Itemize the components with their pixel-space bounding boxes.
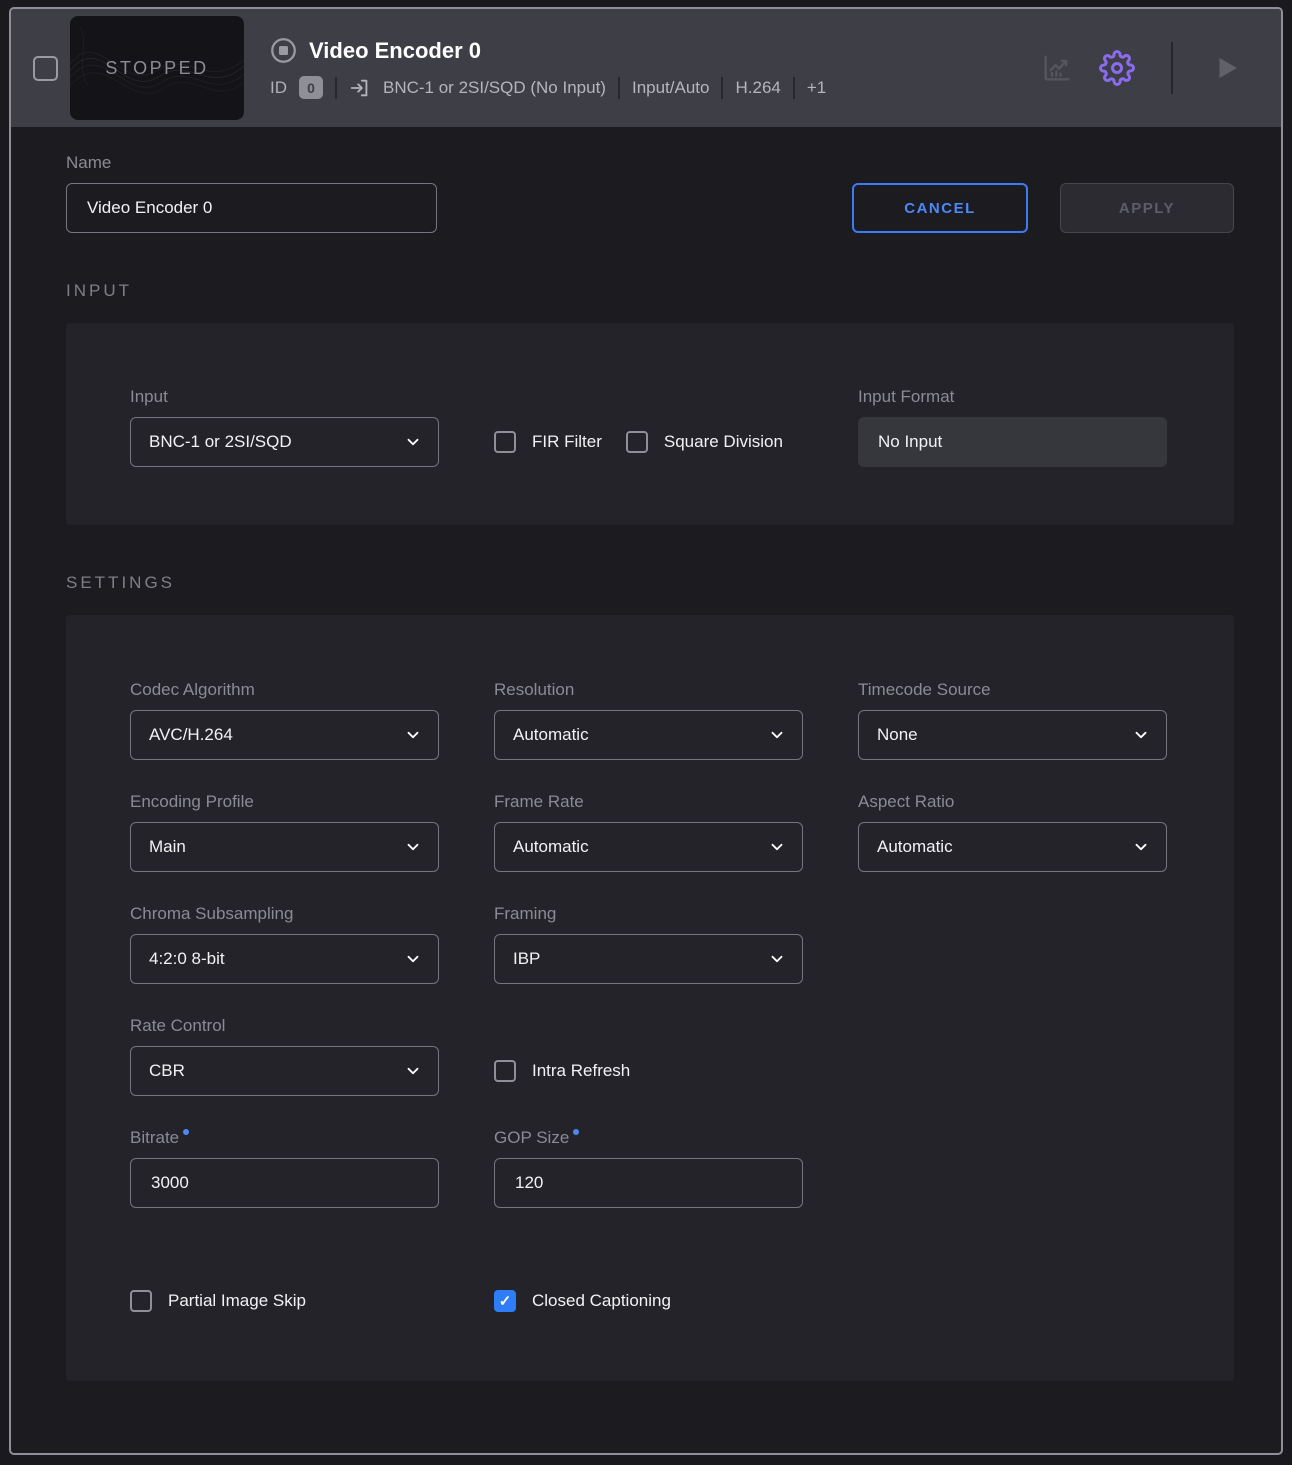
settings-panel: Codec Algorithm AVC/H.264 Resolution Aut… [66, 615, 1234, 1381]
id-badge: 0 [299, 76, 323, 99]
chevron-down-icon [768, 726, 786, 744]
divider [335, 77, 337, 99]
divider [793, 77, 795, 99]
closed-captioning-label: Closed Captioning [532, 1291, 671, 1311]
resolution-label: Resolution [494, 680, 803, 700]
required-dot [183, 1129, 189, 1135]
encoder-detail-card: STOPPED Video Encoder 0 ID 0 BNC-1 or 2S… [9, 7, 1283, 1455]
square-division-checkbox[interactable]: ✓ Square Division [626, 431, 783, 453]
codec-algorithm-label: Codec Algorithm [130, 680, 439, 700]
chevron-down-icon [404, 726, 422, 744]
divider [721, 77, 723, 99]
row-select-checkbox[interactable] [33, 56, 58, 81]
header-info: Video Encoder 0 ID 0 BNC-1 or 2SI/SQD (N… [270, 37, 1039, 99]
input-label: Input [130, 387, 439, 407]
checkbox-box: ✓ [130, 1290, 152, 1312]
checkbox-box: ✓ [626, 431, 648, 453]
required-dot [573, 1129, 579, 1135]
rate-control-label: Rate Control [130, 1016, 439, 1036]
encoding-profile-label: Encoding Profile [130, 792, 439, 812]
timecode-source-select[interactable]: None [858, 710, 1167, 760]
gear-icon[interactable] [1099, 50, 1135, 86]
breadcrumb-more[interactable]: +1 [807, 78, 826, 98]
codec-algorithm-select[interactable]: AVC/H.264 [130, 710, 439, 760]
chroma-subsampling-label: Chroma Subsampling [130, 904, 439, 924]
play-icon[interactable] [1209, 50, 1245, 86]
intra-refresh-label: Intra Refresh [532, 1061, 630, 1081]
bitrate-input[interactable] [130, 1158, 439, 1208]
aspect-ratio-label: Aspect Ratio [858, 792, 1167, 812]
input-source-icon [349, 77, 371, 99]
frame-rate-label: Frame Rate [494, 792, 803, 812]
chevron-down-icon [1132, 726, 1150, 744]
chevron-down-icon [404, 838, 422, 856]
id-label: ID [270, 78, 287, 98]
partial-image-skip-label: Partial Image Skip [168, 1291, 306, 1311]
input-format-label: Input Format [858, 387, 1167, 407]
aspect-ratio-select[interactable]: Automatic [858, 822, 1167, 872]
fir-filter-label: FIR Filter [532, 432, 602, 452]
page-title: Video Encoder 0 [309, 38, 481, 64]
input-section-heading: INPUT [66, 281, 1234, 301]
input-select[interactable]: BNC-1 or 2SI/SQD [130, 417, 439, 467]
chroma-subsampling-select[interactable]: 4:2:0 8-bit [130, 934, 439, 984]
intra-refresh-checkbox[interactable]: ✓ Intra Refresh [494, 1060, 630, 1082]
checkbox-box: ✓ [494, 1060, 516, 1082]
resolution-select[interactable]: Automatic [494, 710, 803, 760]
divider [1171, 42, 1173, 94]
chevron-down-icon [404, 950, 422, 968]
bitrate-label: Bitrate [130, 1128, 439, 1148]
encoder-header: STOPPED Video Encoder 0 ID 0 BNC-1 or 2S… [11, 9, 1281, 127]
stop-status-icon [270, 37, 297, 64]
chevron-down-icon [404, 1062, 422, 1080]
settings-section-heading: SETTINGS [66, 573, 1234, 593]
chevron-down-icon [768, 950, 786, 968]
input-format-value: No Input [858, 417, 1167, 467]
preview-thumbnail: STOPPED [70, 16, 244, 120]
name-input[interactable] [66, 183, 437, 233]
checkbox-box: ✓ [494, 1290, 516, 1312]
frame-rate-select[interactable]: Automatic [494, 822, 803, 872]
chevron-down-icon [768, 838, 786, 856]
breadcrumb-input: BNC-1 or 2SI/SQD (No Input) [383, 78, 606, 98]
stats-chart-icon[interactable] [1039, 50, 1075, 86]
square-division-label: Square Division [664, 432, 783, 452]
breadcrumb-codec: H.264 [735, 78, 780, 98]
gop-size-label: GOP Size [494, 1128, 803, 1148]
breadcrumb-mode: Input/Auto [632, 78, 710, 98]
timecode-source-label: Timecode Source [858, 680, 1167, 700]
framing-label: Framing [494, 904, 803, 924]
framing-select[interactable]: IBP [494, 934, 803, 984]
partial-image-skip-checkbox[interactable]: ✓ Partial Image Skip [130, 1290, 306, 1312]
status-badge: STOPPED [105, 58, 208, 79]
input-panel: Input BNC-1 or 2SI/SQD ✓ FIR Filter ✓ Sq… [66, 323, 1234, 525]
cancel-button[interactable]: CANCEL [852, 183, 1028, 233]
closed-captioning-checkbox[interactable]: ✓ Closed Captioning [494, 1290, 671, 1312]
divider [618, 77, 620, 99]
encoding-profile-select[interactable]: Main [130, 822, 439, 872]
chevron-down-icon [1132, 838, 1150, 856]
apply-button[interactable]: APPLY [1060, 183, 1234, 233]
fir-filter-checkbox[interactable]: ✓ FIR Filter [494, 431, 602, 453]
rate-control-select[interactable]: CBR [130, 1046, 439, 1096]
chevron-down-icon [404, 433, 422, 451]
checkbox-box: ✓ [494, 431, 516, 453]
header-actions [1039, 42, 1245, 94]
gop-size-input[interactable] [494, 1158, 803, 1208]
name-label: Name [66, 153, 437, 173]
